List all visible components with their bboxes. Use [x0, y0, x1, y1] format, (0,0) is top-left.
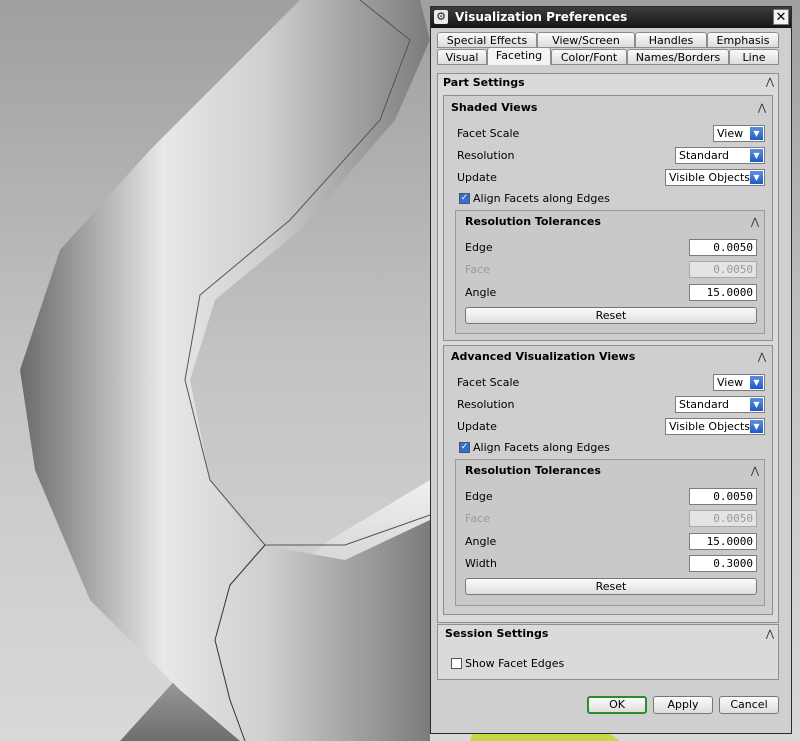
face-field: 0.0050: [689, 261, 757, 278]
ok-button[interactable]: OK: [587, 696, 647, 714]
edge-field[interactable]: 0.0050: [689, 488, 757, 505]
show-facet-edges-checkbox[interactable]: [451, 658, 462, 669]
chevron-down-icon: ▼: [750, 127, 763, 140]
visualization-preferences-dialog: ⚙ Visualization Preferences ✕ Special Ef…: [430, 6, 792, 734]
tab-handles[interactable]: Handles: [635, 32, 707, 48]
align-facets-label: Align Facets along Edges: [473, 441, 610, 454]
dialog-titlebar[interactable]: ⚙ Visualization Preferences ✕: [431, 7, 791, 28]
update-label: Update: [457, 171, 497, 184]
edge-field[interactable]: 0.0050: [689, 239, 757, 256]
face-label: Face: [465, 263, 490, 276]
resolution-label: Resolution: [457, 398, 515, 411]
collapse-chevron-icon[interactable]: ⋀: [749, 218, 761, 228]
close-icon[interactable]: ✕: [773, 9, 789, 25]
collapse-chevron-icon[interactable]: ⋀: [756, 353, 768, 363]
facet-scale-label: Facet Scale: [457, 127, 520, 140]
tab-special-effects[interactable]: Special Effects: [437, 32, 537, 48]
shaded-views-title: Shaded Views: [451, 101, 538, 114]
angle-label: Angle: [465, 535, 497, 548]
align-facets-checkbox[interactable]: ✓: [459, 442, 470, 453]
facet-scale-dropdown[interactable]: View ▼: [713, 374, 765, 391]
angle-field[interactable]: 15.0000: [689, 533, 757, 550]
width-field[interactable]: 0.3000: [689, 555, 757, 572]
align-facets-checkbox[interactable]: ✓: [459, 193, 470, 204]
face-label: Face: [465, 512, 490, 525]
resolution-dropdown[interactable]: Standard ▼: [675, 147, 765, 164]
tab-names-borders[interactable]: Names/Borders: [627, 49, 729, 65]
chevron-down-icon: ▼: [750, 420, 763, 433]
angle-label: Angle: [465, 286, 497, 299]
resolution-label: Resolution: [457, 149, 515, 162]
cancel-button[interactable]: Cancel: [719, 696, 779, 714]
tab-emphasis[interactable]: Emphasis: [707, 32, 779, 48]
chevron-down-icon: ▼: [750, 376, 763, 389]
update-label: Update: [457, 420, 497, 433]
show-facet-edges-label: Show Facet Edges: [465, 657, 565, 670]
face-field: 0.0050: [689, 510, 757, 527]
angle-field[interactable]: 15.0000: [689, 284, 757, 301]
edge-label: Edge: [465, 241, 493, 254]
collapse-chevron-icon[interactable]: ⋀: [756, 104, 768, 114]
edge-label: Edge: [465, 490, 493, 503]
resolution-tolerances-title: Resolution Tolerances: [465, 464, 601, 477]
update-dropdown[interactable]: Visible Objects ▼: [665, 169, 765, 186]
update-dropdown[interactable]: Visible Objects ▼: [665, 418, 765, 435]
chevron-down-icon: ▼: [750, 171, 763, 184]
facet-scale-dropdown[interactable]: View ▼: [713, 125, 765, 142]
width-label: Width: [465, 557, 497, 570]
resolution-tolerances-title: Resolution Tolerances: [465, 215, 601, 228]
collapse-chevron-icon[interactable]: ⋀: [749, 467, 761, 477]
gear-icon[interactable]: ⚙: [434, 10, 448, 24]
apply-button[interactable]: Apply: [653, 696, 713, 714]
tab-line[interactable]: Line: [729, 49, 779, 65]
tab-visual[interactable]: Visual: [437, 49, 487, 65]
advanced-views-title: Advanced Visualization Views: [451, 350, 636, 363]
chevron-down-icon: ▼: [750, 149, 763, 162]
reset-button[interactable]: Reset: [465, 307, 757, 324]
align-facets-label: Align Facets along Edges: [473, 192, 610, 205]
chevron-down-icon: ▼: [750, 398, 763, 411]
session-settings-title: Session Settings: [445, 627, 549, 640]
reset-button[interactable]: Reset: [465, 578, 757, 595]
collapse-chevron-icon[interactable]: ⋀: [764, 630, 776, 640]
tab-color-font[interactable]: Color/Font: [551, 49, 627, 65]
tab-faceting[interactable]: Faceting: [487, 47, 551, 65]
part-settings-title: Part Settings: [443, 76, 525, 89]
tab-view-screen[interactable]: View/Screen: [537, 32, 635, 48]
resolution-dropdown[interactable]: Standard ▼: [675, 396, 765, 413]
dialog-title: Visualization Preferences: [455, 10, 628, 24]
facet-scale-label: Facet Scale: [457, 376, 520, 389]
collapse-chevron-icon[interactable]: ⋀: [764, 78, 776, 88]
